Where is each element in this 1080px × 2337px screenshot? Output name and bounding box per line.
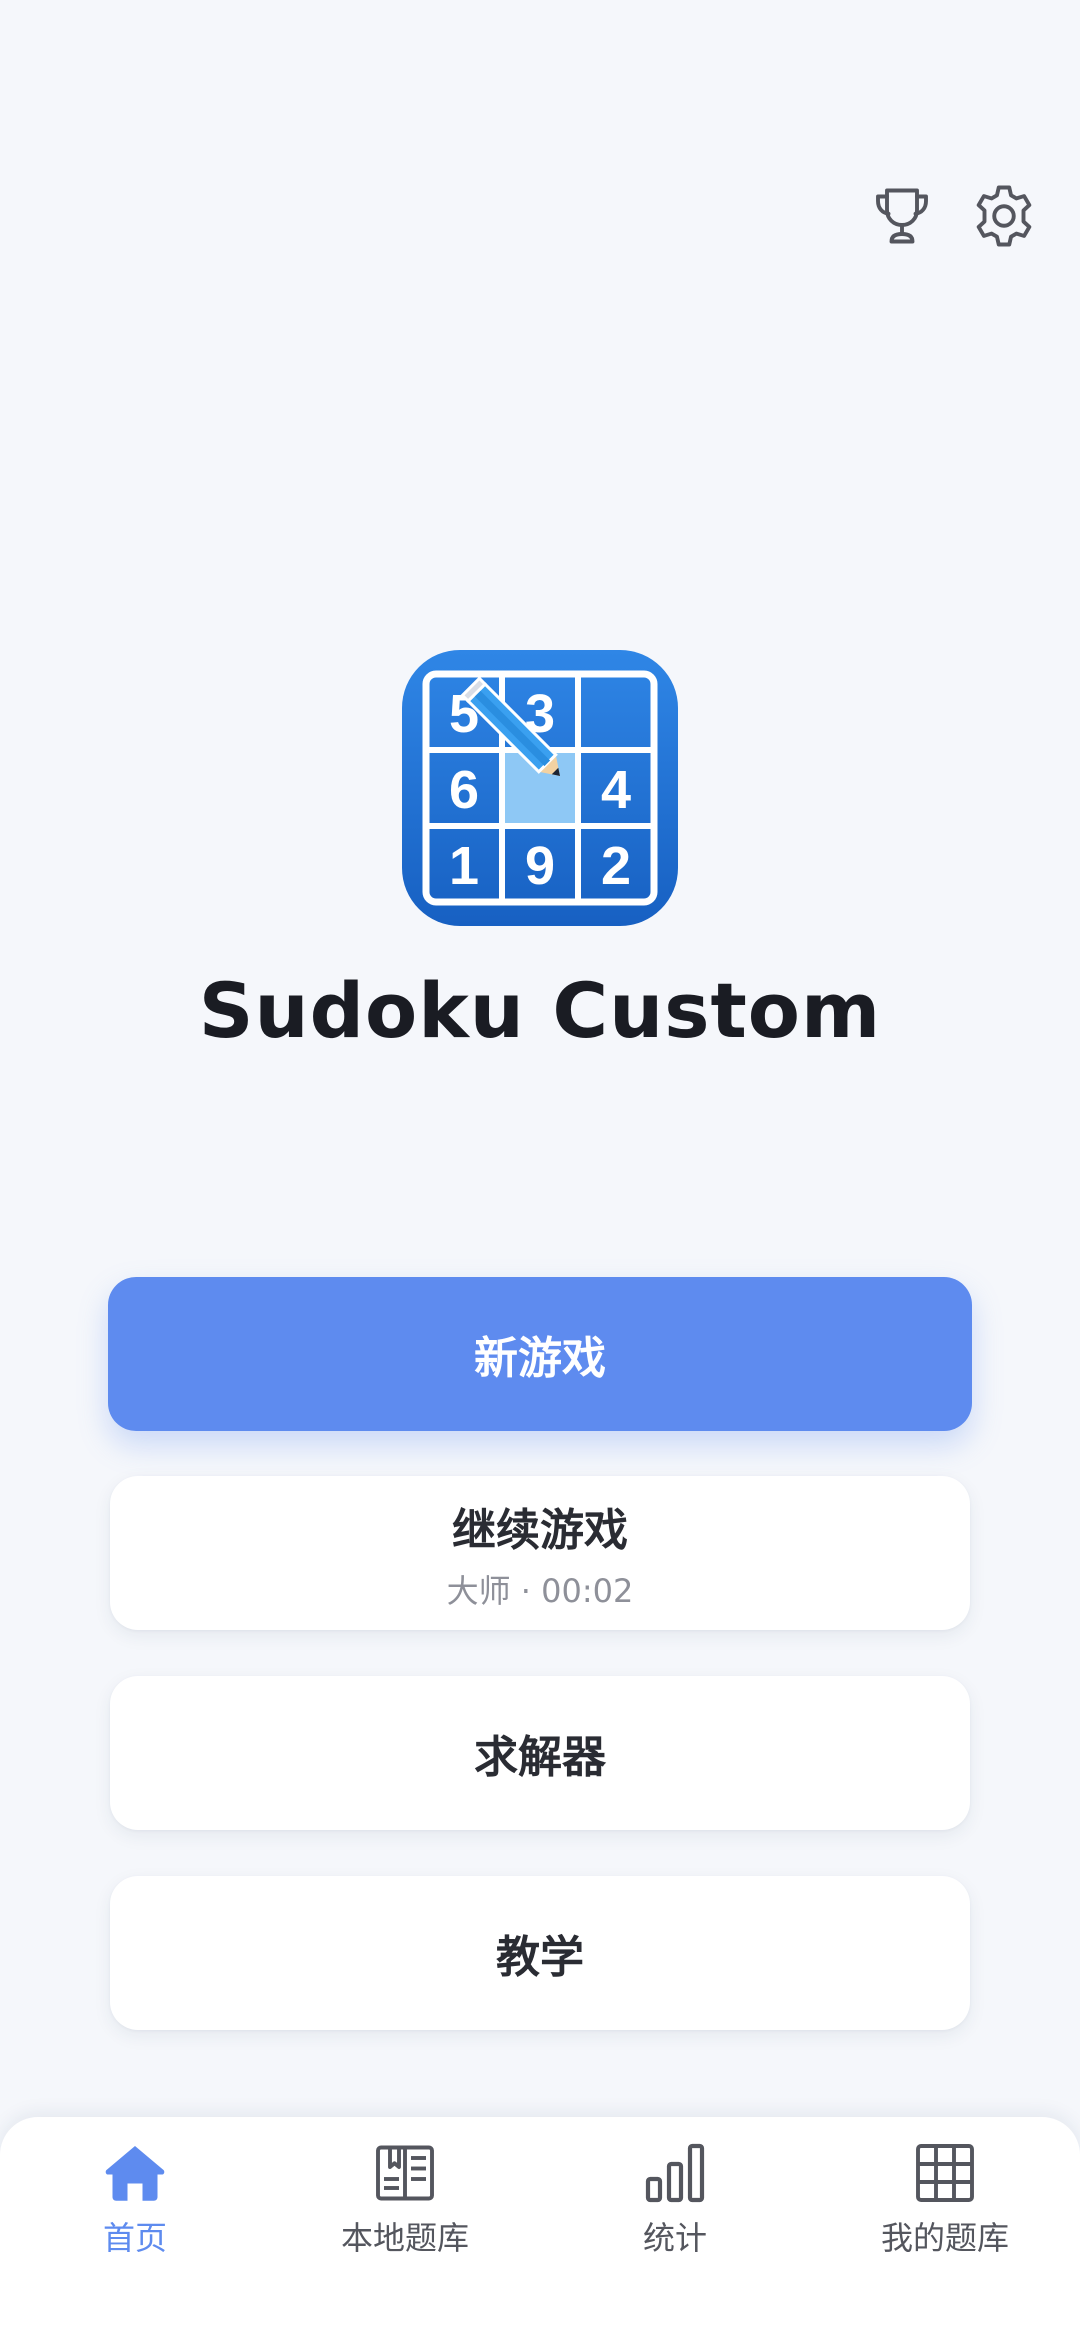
tab-my-library[interactable]: 我的题库	[810, 2117, 1080, 2267]
new-game-button[interactable]: 新游戏	[108, 1277, 972, 1431]
logo-digit: 4	[601, 760, 631, 820]
grid-icon	[916, 2144, 974, 2202]
tab-local-library[interactable]: 本地题库	[270, 2117, 540, 2267]
solver-label: 求解器	[474, 1732, 606, 1783]
trophy-icon[interactable]	[862, 176, 942, 256]
continue-game-button[interactable]: 继续游戏 大师 · 00:02	[110, 1476, 970, 1630]
continue-game-detail: 大师 · 00:02	[446, 1572, 634, 1610]
logo-digit: 6	[449, 760, 479, 820]
logo-digit: 2	[601, 836, 631, 896]
tab-label: 本地题库	[340, 2219, 469, 2257]
new-game-label: 新游戏	[474, 1333, 606, 1384]
logo-digit: 9	[525, 836, 555, 896]
home-icon	[105, 2146, 165, 2201]
book-icon	[376, 2145, 434, 2201]
tab-label: 统计	[642, 2219, 707, 2257]
tab-label: 首页	[102, 2219, 167, 2257]
tab-statistics[interactable]: 统计	[540, 2117, 810, 2267]
tutorial-button[interactable]: 教学	[110, 1876, 970, 2030]
app-logo: 5 3 6 4 1 9 2	[402, 650, 678, 926]
continue-game-label: 继续游戏	[452, 1505, 628, 1556]
bottom-tab-bar: 首页 本地题库 统计 我的题库	[0, 2117, 1080, 2337]
tutorial-label: 教学	[496, 1932, 584, 1983]
app-title: Sudoku Custom	[198, 966, 882, 1055]
tab-home[interactable]: 首页	[0, 2117, 270, 2267]
gear-icon[interactable]	[964, 176, 1044, 256]
bar-chart-icon	[645, 2143, 705, 2203]
tab-label: 我的题库	[880, 2219, 1009, 2257]
logo-digit: 1	[449, 836, 479, 896]
solver-button[interactable]: 求解器	[110, 1676, 970, 1830]
